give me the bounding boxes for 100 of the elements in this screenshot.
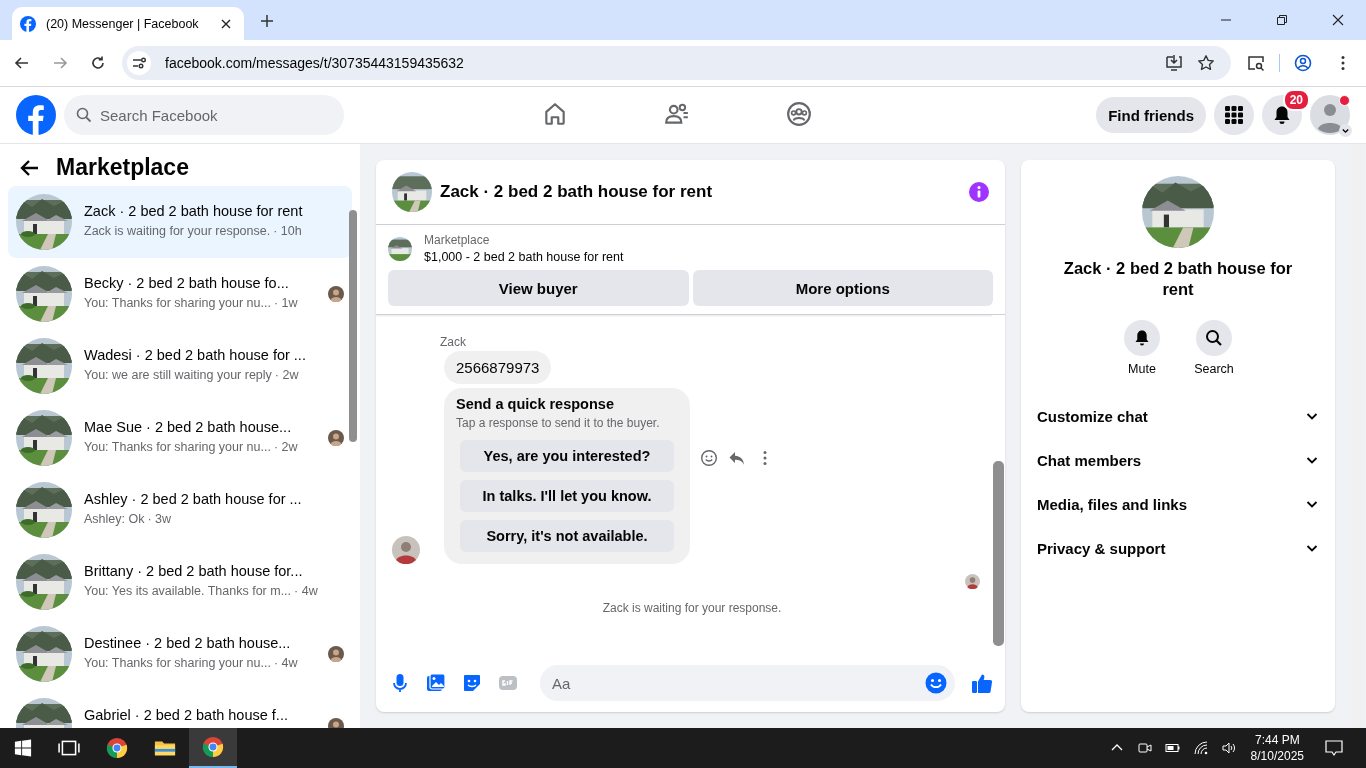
close-icon[interactable] — [220, 17, 232, 30]
grid-icon — [1224, 105, 1244, 125]
quick-response-button[interactable]: In talks. I'll let you know. — [460, 480, 674, 512]
conversation-title: Gabriel · 2 bed 2 bath house f... — [84, 707, 289, 723]
camera-icon[interactable] — [1136, 740, 1153, 756]
home-icon[interactable] — [542, 101, 568, 127]
react-icon[interactable] — [700, 448, 718, 467]
wifi-icon[interactable] — [1192, 740, 1209, 756]
site-settings-icon[interactable] — [127, 51, 151, 75]
address-bar[interactable]: facebook.com/messages/t/30735443159435632 — [122, 46, 1231, 80]
notifications-icon[interactable] — [1324, 738, 1344, 758]
message-time: · 2w — [274, 368, 299, 382]
message-bubble: 2566879973 — [444, 351, 552, 384]
conversation-item[interactable]: Brittany · 2 bed 2 bath house for... You: Yes its available. Thanks for m... · 4w — [8, 546, 352, 618]
conversation-item[interactable]: Ashley · 2 bed 2 bath house for ... Ashley: Ok · 3w — [8, 474, 352, 546]
install-app-icon[interactable] — [1165, 54, 1183, 72]
search-icon — [76, 107, 92, 123]
conversation-item[interactable]: Mae Sue · 2 bed 2 bath house... You: Thanks for sharing your nu... · 2w — [8, 402, 352, 474]
conversation-title: Wadesi · 2 bed 2 bath house for ... — [84, 347, 307, 363]
bookmark-star-icon[interactable] — [1197, 54, 1215, 72]
conversation-item[interactable]: Becky · 2 bed 2 bath house fo... You: Thanks for sharing your nu... · 1w — [8, 258, 352, 330]
message-time: · 3w — [147, 512, 172, 526]
scrollbar[interactable] — [1351, 144, 1365, 728]
account-button[interactable] — [1310, 95, 1350, 135]
sticker-icon[interactable] — [462, 673, 482, 693]
seen-avatar-icon — [965, 574, 980, 589]
contact-name: Zack · 2 bed 2 bath house for rent — [1062, 258, 1294, 300]
message-time: · 4w — [273, 656, 298, 670]
sender-name: Zack — [440, 335, 467, 349]
groups-icon[interactable] — [786, 101, 812, 127]
search-icon — [1205, 329, 1223, 347]
action-button[interactable] — [1196, 320, 1232, 356]
microphone-icon[interactable] — [390, 673, 410, 693]
reload-icon[interactable] — [90, 55, 106, 71]
speaker-icon[interactable] — [1220, 740, 1237, 756]
listing-button[interactable]: View buyer — [388, 270, 689, 306]
tab-title: (20) Messenger | Facebook — [46, 16, 200, 31]
menu-button[interactable] — [1214, 95, 1254, 135]
notification-count: 20 — [1282, 89, 1310, 111]
message-time: · 4w — [294, 584, 318, 598]
profile-icon[interactable] — [1294, 54, 1312, 72]
clock-date: 8/10/2025 — [1250, 748, 1304, 764]
quick-response-button[interactable]: Sorry, it's not available. — [460, 520, 674, 552]
avatar-icon — [392, 536, 420, 564]
conversation-title: Zack · 2 bed 2 bath house for rent — [84, 203, 304, 219]
message-field[interactable]: Aa — [540, 665, 955, 701]
bell-icon — [1133, 329, 1151, 347]
chrome-icon[interactable] — [106, 737, 128, 759]
message-time: · 10h — [273, 224, 302, 238]
info-section[interactable]: Customize chat — [1029, 394, 1327, 438]
quick-response-button[interactable]: Yes, are you interested? — [460, 440, 674, 472]
chrome-icon — [202, 736, 224, 758]
conversation-title: Becky · 2 bed 2 bath house fo... — [84, 275, 290, 291]
restore-icon[interactable] — [1276, 14, 1288, 26]
facebook-logo[interactable] — [16, 95, 56, 135]
message-preview: You: Thanks for sharing your nu... — [84, 440, 271, 454]
bell-icon — [1272, 105, 1292, 125]
emoji-icon[interactable] — [925, 672, 947, 694]
action-label: Mute — [1128, 362, 1156, 376]
clock-time: 7:44 PM — [1254, 732, 1300, 748]
message-time: · 1w — [273, 296, 298, 310]
info-section[interactable]: Media, files and links — [1029, 482, 1327, 526]
new-tab-icon[interactable] — [260, 14, 274, 28]
conversation-item[interactable]: Wadesi · 2 bed 2 bath house for ... You: we are still waiting your reply · 2w — [8, 330, 352, 402]
quick-response-title: Send a quick response — [456, 396, 615, 412]
message-time: · 2w — [273, 440, 298, 454]
find-friends-button[interactable]: Find friends — [1096, 97, 1206, 133]
search-field[interactable]: Search Facebook — [64, 95, 344, 135]
forward-icon[interactable] — [52, 55, 68, 71]
action-button[interactable] — [1124, 320, 1160, 356]
close-icon[interactable] — [1332, 14, 1344, 26]
chrome-taskbar-button[interactable] — [189, 728, 237, 768]
info-section[interactable]: Privacy & support — [1029, 526, 1327, 570]
friends-icon[interactable] — [664, 101, 690, 127]
listing-label: Marketplace — [424, 233, 491, 247]
message-preview: You: we are still waiting your reply — [84, 368, 272, 382]
status-dot — [1339, 95, 1350, 106]
scrollbar[interactable] — [992, 315, 1005, 654]
info-section[interactable]: Chat members — [1029, 438, 1327, 482]
tab-search-icon[interactable] — [1247, 54, 1265, 72]
back-icon[interactable] — [20, 157, 40, 178]
notifications-button[interactable] — [1262, 95, 1302, 135]
status-text: Zack is waiting for your response. — [601, 601, 783, 615]
message-preview: Zack is waiting for your response. — [84, 224, 271, 238]
info-icon[interactable] — [969, 182, 989, 202]
browser-tab[interactable]: (20) Messenger | Facebook — [12, 7, 244, 40]
back-icon[interactable] — [14, 55, 30, 71]
image-icon[interactable] — [426, 673, 446, 693]
chat-title: Zack · 2 bed 2 bath house for rent — [440, 182, 713, 202]
action-label: Search — [1194, 362, 1234, 376]
listing-button[interactable]: More options — [692, 270, 993, 306]
like-icon[interactable] — [971, 672, 993, 694]
conversation-title: Mae Sue · 2 bed 2 bath house... — [84, 419, 293, 435]
conversation-title: Destinee · 2 bed 2 bath house... — [84, 635, 292, 651]
conversation-item[interactable]: Zack · 2 bed 2 bath house for rent Zack is waiting for your response. · 10h — [8, 186, 352, 258]
conversation-item[interactable]: Destinee · 2 bed 2 bath house... You: Thanks for sharing your nu... · 4w — [8, 618, 352, 690]
message-preview: You: Thanks for sharing your nu... — [84, 656, 271, 670]
windows-start-icon[interactable] — [14, 739, 32, 757]
quick-response-hint: Tap a response to send it to the buyer. — [456, 416, 661, 430]
sidebar-title: Marketplace — [56, 154, 189, 181]
